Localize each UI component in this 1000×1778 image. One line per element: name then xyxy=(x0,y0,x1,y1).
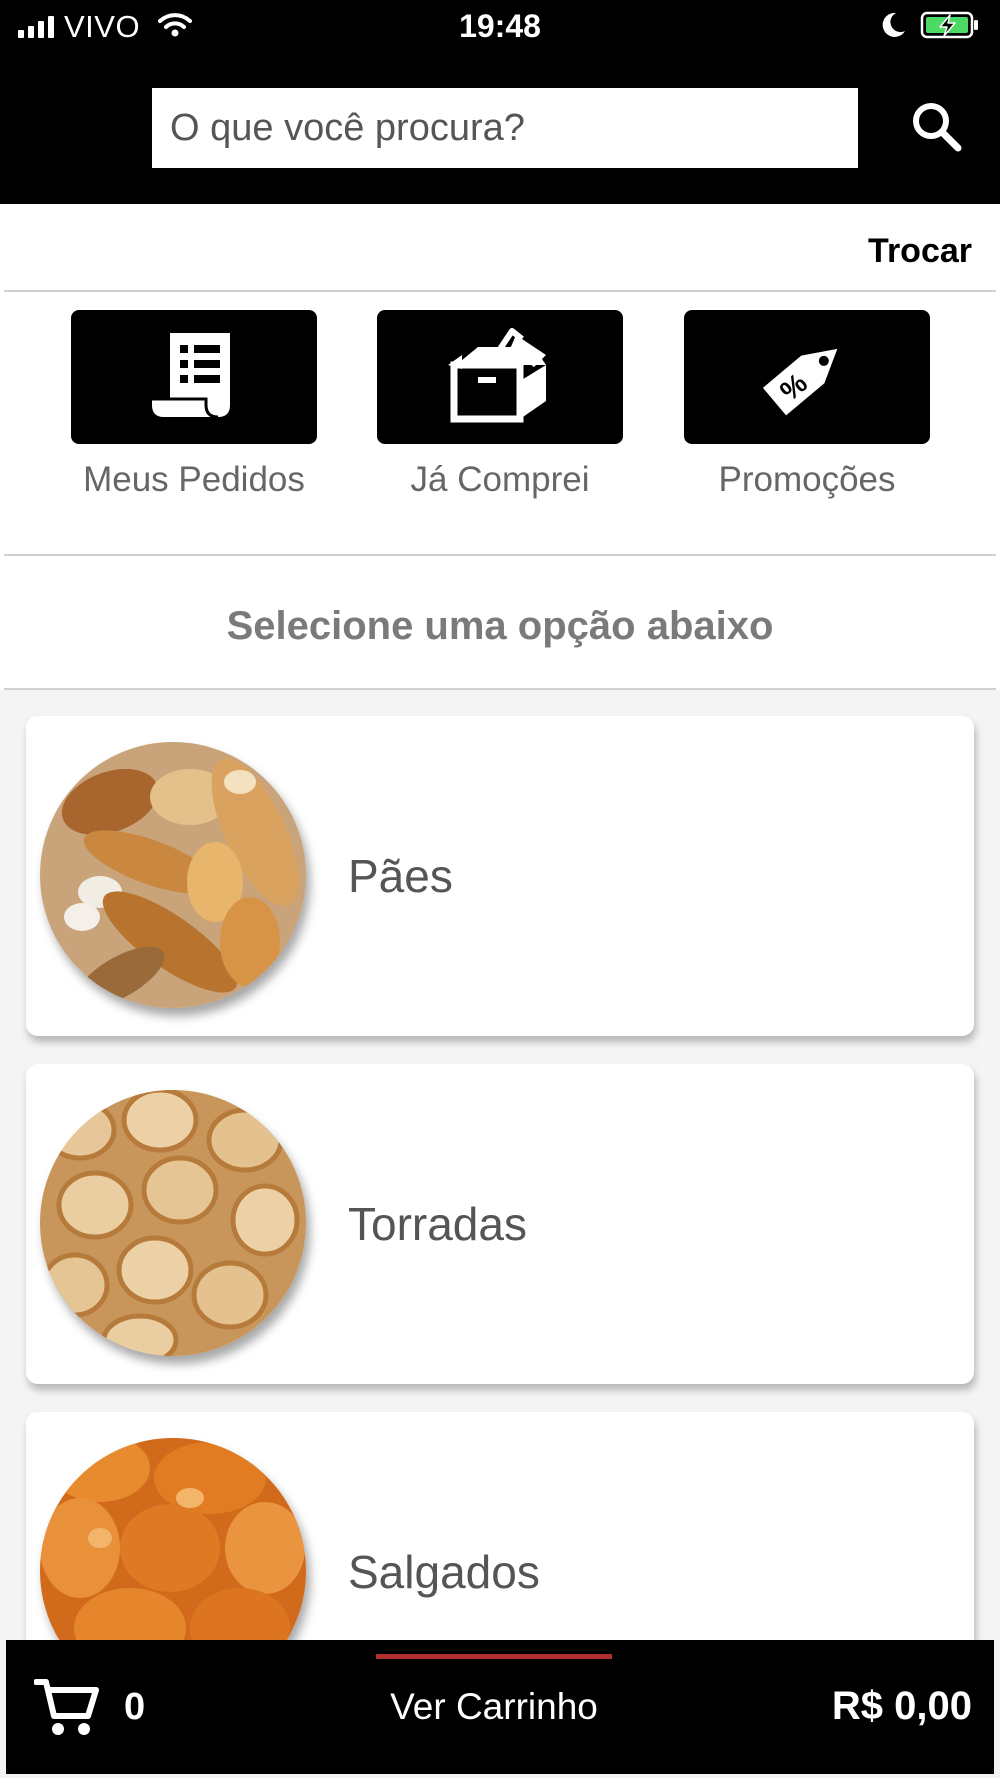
my-orders-label: Meus Pedidos xyxy=(83,460,305,499)
toasts-image xyxy=(40,1090,306,1356)
status-time: 19:48 xyxy=(459,8,541,44)
promotions-button[interactable]: % Promoções xyxy=(684,310,930,500)
change-location-link[interactable]: Trocar xyxy=(868,232,972,271)
my-orders-tile xyxy=(71,310,317,444)
receipt-icon xyxy=(148,327,240,428)
cart-item-count: 0 xyxy=(124,1686,146,1728)
section-title: Selecione uma opção abaixo xyxy=(226,604,774,648)
savory-snacks-image xyxy=(40,1438,306,1640)
divider xyxy=(4,554,996,556)
promotions-label: Promoções xyxy=(718,460,896,499)
promotions-tile: % xyxy=(684,310,930,444)
my-orders-button[interactable]: Meus Pedidos xyxy=(71,310,317,500)
category-list: Pães Torradas Salgados xyxy=(0,690,1000,1640)
already-bought-label: Já Comprei xyxy=(410,460,590,499)
category-card-torradas[interactable]: Torradas xyxy=(26,1064,974,1384)
category-label: Salgados xyxy=(348,1546,540,1598)
search-input[interactable] xyxy=(152,88,858,168)
moon-icon xyxy=(880,11,906,44)
search-button[interactable] xyxy=(906,98,966,158)
cart-button[interactable] xyxy=(33,1676,100,1743)
category-card-paes[interactable]: Pães xyxy=(26,716,974,1036)
cart-total: R$ 0,00 xyxy=(831,1684,972,1728)
category-label: Pães xyxy=(348,850,453,902)
discount-tag-icon: % xyxy=(757,325,857,430)
already-bought-button[interactable]: Já Comprei xyxy=(377,310,623,500)
cart-accent-line xyxy=(376,1654,612,1659)
open-box-icon xyxy=(442,325,558,430)
divider xyxy=(4,290,996,292)
cart-bar: 0 Ver Carrinho R$ 0,00 xyxy=(6,1640,994,1774)
breads-image xyxy=(40,742,306,1008)
search-icon xyxy=(909,99,963,158)
view-cart-button[interactable]: Ver Carrinho xyxy=(336,1686,652,1728)
status-right xyxy=(880,10,980,45)
category-card-salgados[interactable]: Salgados xyxy=(26,1412,974,1640)
battery-charging-icon xyxy=(920,10,980,45)
app-header xyxy=(0,54,1000,204)
top-section: Trocar Meus Pedidos Já Comprei % Promoçõ… xyxy=(0,204,1000,690)
already-bought-tile xyxy=(377,310,623,444)
status-bar: VIVO 19:48 xyxy=(0,0,1000,54)
cart-icon xyxy=(33,1679,100,1742)
category-label: Torradas xyxy=(348,1198,527,1250)
